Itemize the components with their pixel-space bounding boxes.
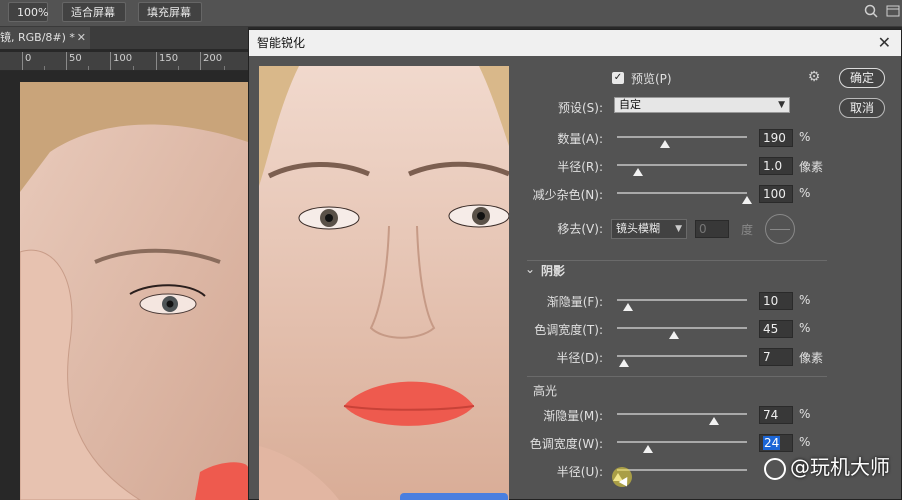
document-tab-bar: 镜, RGB/8#) * ✕ [0, 27, 248, 49]
ruler-tick: 100 [110, 52, 132, 70]
cancel-button[interactable]: 取消 [839, 98, 885, 118]
shadow-radius-slider[interactable] [617, 355, 747, 357]
shadow-fade-field[interactable]: 10 [759, 292, 793, 310]
close-icon[interactable]: ✕ [77, 27, 86, 49]
watermark-logo-icon [764, 457, 786, 480]
amount-label: 数量(A): [557, 132, 603, 146]
watermark-text: @玩机大师 [790, 455, 890, 479]
shadow-radius-unit: 像素 [799, 351, 824, 365]
shadow-tonal-slider[interactable] [617, 327, 747, 329]
reduce-noise-slider-thumb[interactable] [742, 196, 752, 204]
reduce-noise-unit: % [799, 186, 811, 200]
highlight-tonal-label: 色调宽度(W): [529, 437, 603, 451]
shadow-fade-slider-thumb[interactable] [623, 303, 633, 311]
amount-field[interactable]: 190 [759, 129, 793, 147]
highlight-fade-label: 渐隐量(M): [543, 409, 603, 423]
shadows-header[interactable]: 阴影 [541, 262, 565, 279]
angle-dial[interactable] [765, 214, 795, 244]
shadow-fade-label: 渐隐量(F): [546, 295, 603, 309]
angle-field[interactable]: 0 [695, 220, 729, 238]
amount-unit: % [799, 130, 811, 144]
search-icon[interactable] [862, 4, 880, 22]
highlight-tonal-unit: % [799, 435, 811, 449]
chevron-down-icon: ▼ [778, 100, 785, 110]
ruler-tick: 200 [200, 52, 222, 70]
workspace-icon[interactable] [884, 4, 902, 22]
shadow-tonal-field[interactable]: 45 [759, 320, 793, 338]
ruler-tick: 0 [22, 52, 31, 70]
remove-value: 镜头模糊 [616, 222, 660, 235]
shadow-tonal-unit: % [799, 321, 811, 335]
horizontal-ruler: 0 50 100 150 200 [0, 52, 248, 71]
remove-select[interactable]: 镜头模糊 ▼ [611, 219, 687, 239]
radius-unit: 像素 [799, 160, 824, 174]
preview-image[interactable] [259, 66, 509, 500]
highlight-tonal-field[interactable]: 24 [759, 434, 793, 452]
radius-slider[interactable] [617, 164, 747, 166]
fill-screen-button[interactable]: 填充屏幕 [138, 2, 202, 22]
radius-label: 半径(R): [557, 160, 603, 174]
amount-slider-thumb[interactable] [660, 140, 670, 148]
dialog-title: 智能锐化 [257, 36, 306, 50]
bottom-blue-bar [400, 493, 508, 500]
highlight-radius-slider[interactable] [617, 469, 747, 471]
shadow-radius-label: 半径(D): [556, 351, 603, 365]
highlight-tonal-slider-thumb[interactable] [643, 445, 653, 453]
document-tab-label: 镜, RGB/8#) * [0, 31, 75, 44]
dialog-title-bar: 智能锐化 ✕ [249, 30, 901, 56]
amount-slider[interactable] [617, 136, 747, 138]
ruler-tick: 50 [66, 52, 82, 70]
highlight-tonal-value: 24 [763, 436, 781, 450]
shadow-fade-unit: % [799, 293, 811, 307]
canvas-image[interactable] [20, 82, 248, 500]
document-tab[interactable]: 镜, RGB/8#) * ✕ [0, 27, 90, 49]
highlights-header[interactable]: 高光 [533, 382, 557, 399]
ok-button[interactable]: 确定 [839, 68, 885, 88]
highlight-fade-slider-thumb[interactable] [709, 417, 719, 425]
preset-label: 预设(S): [557, 101, 603, 115]
smart-sharpen-dialog: 智能锐化 ✕ ✓ 预览(P) ⚙ 确定 取消 预设(S): 自定 ▼ 数量(A)… [248, 29, 902, 500]
shadow-radius-field[interactable]: 7 [759, 348, 793, 366]
radius-slider-thumb[interactable] [633, 168, 643, 176]
preview-checkbox[interactable]: ✓ [612, 72, 624, 84]
options-bar: 100% 适合屏幕 填充屏幕 [0, 0, 902, 27]
shadow-radius-slider-thumb[interactable] [619, 359, 629, 367]
angle-unit: 度 [741, 223, 754, 237]
highlight-radius-label: 半径(U): [556, 465, 603, 479]
close-icon[interactable]: ✕ [878, 30, 891, 56]
chevron-down-icon: ▼ [675, 224, 682, 234]
shadow-tonal-slider-thumb[interactable] [669, 331, 679, 339]
chevron-down-icon[interactable]: ⌄ [525, 262, 535, 276]
preset-select[interactable]: 自定 ▼ [614, 97, 790, 113]
fit-screen-button[interactable]: 适合屏幕 [62, 2, 126, 22]
highlight-fade-unit: % [799, 407, 811, 421]
shadow-tonal-label: 色调宽度(T): [534, 323, 603, 337]
preview-label: 预览(P) [631, 72, 672, 86]
shadow-fade-slider[interactable] [617, 299, 747, 301]
radius-field[interactable]: 1.0 [759, 157, 793, 175]
highlight-fade-slider[interactable] [617, 413, 747, 415]
reduce-noise-field[interactable]: 100 [759, 185, 793, 203]
gear-icon[interactable]: ⚙ [805, 68, 823, 86]
ruler-tick: 150 [156, 52, 178, 70]
reduce-noise-slider[interactable] [617, 192, 747, 194]
reduce-noise-label: 减少杂色(N): [532, 188, 603, 202]
preset-value: 自定 [619, 98, 641, 111]
remove-label: 移去(V): [557, 222, 603, 236]
highlight-tonal-slider[interactable] [617, 441, 747, 443]
highlight-fade-field[interactable]: 74 [759, 406, 793, 424]
zoom-100-button[interactable]: 100% [8, 2, 48, 22]
divider [527, 376, 827, 377]
divider [527, 260, 827, 261]
watermark: @玩机大师 [764, 451, 890, 480]
